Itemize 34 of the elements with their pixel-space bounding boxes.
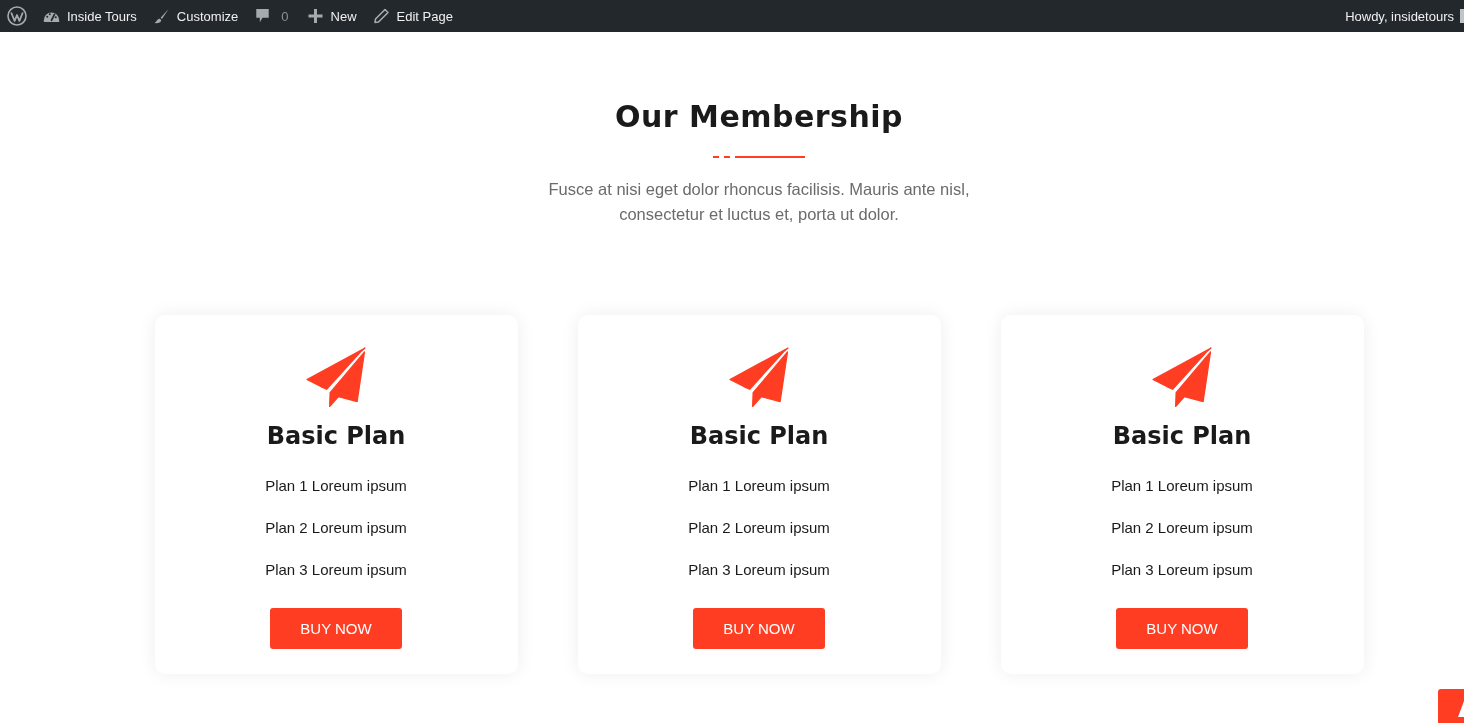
plan-feature: Plan 1 Loreum ipsum bbox=[265, 476, 407, 496]
plan-title: Basic Plan bbox=[689, 421, 829, 452]
paper-plane-icon bbox=[305, 347, 367, 408]
new-link[interactable]: New bbox=[298, 0, 365, 32]
buy-now-button[interactable]: BUY NOW bbox=[1116, 608, 1248, 649]
edit-page-link[interactable]: Edit Page bbox=[364, 0, 461, 32]
plan-feature: Plan 2 Loreum ipsum bbox=[688, 518, 830, 538]
comments-link[interactable]: 0 bbox=[246, 0, 299, 32]
paper-plane-icon bbox=[1151, 347, 1213, 408]
plan-feature: Plan 1 Loreum ipsum bbox=[688, 476, 830, 496]
w-logo-icon bbox=[7, 6, 27, 26]
plan-feature: Plan 3 Loreum ipsum bbox=[688, 560, 830, 580]
site-name-link[interactable]: Inside Tours bbox=[35, 0, 145, 32]
account-greeting-link[interactable]: Howdy, insidetours bbox=[1345, 8, 1454, 24]
plan-feature: Plan 3 Loreum ipsum bbox=[1111, 560, 1253, 580]
pencil-icon bbox=[372, 8, 390, 24]
plan-title: Basic Plan bbox=[266, 421, 406, 452]
buy-now-button[interactable]: BUY NOW bbox=[270, 608, 402, 649]
plan-feature: Plan 2 Loreum ipsum bbox=[265, 518, 407, 538]
section-description: Fusce at nisi eget dolor rhoncus facilisis. Mauris ante nisl, consectetur et luctus et, porta ut dolor. bbox=[547, 179, 971, 225]
section-title: Our Membership bbox=[614, 98, 904, 136]
plus-icon bbox=[306, 8, 324, 24]
plan-title: Basic Plan bbox=[1112, 421, 1252, 452]
up-arrow-icon bbox=[1456, 701, 1464, 717]
plan-feature: Plan 3 Loreum ipsum bbox=[265, 560, 407, 580]
scroll-to-top-button[interactable] bbox=[1438, 689, 1464, 723]
paintbrush-icon bbox=[152, 8, 170, 24]
plan-feature: Plan 2 Loreum ipsum bbox=[1111, 518, 1253, 538]
speech-bubble-icon bbox=[254, 8, 272, 24]
customize-link[interactable]: Customize bbox=[144, 0, 247, 32]
paper-plane-icon bbox=[728, 347, 790, 408]
plan-feature: Plan 1 Loreum ipsum bbox=[1111, 476, 1253, 496]
avatar-placeholder bbox=[1460, 9, 1464, 23]
buy-now-button[interactable]: BUY NOW bbox=[693, 608, 825, 649]
